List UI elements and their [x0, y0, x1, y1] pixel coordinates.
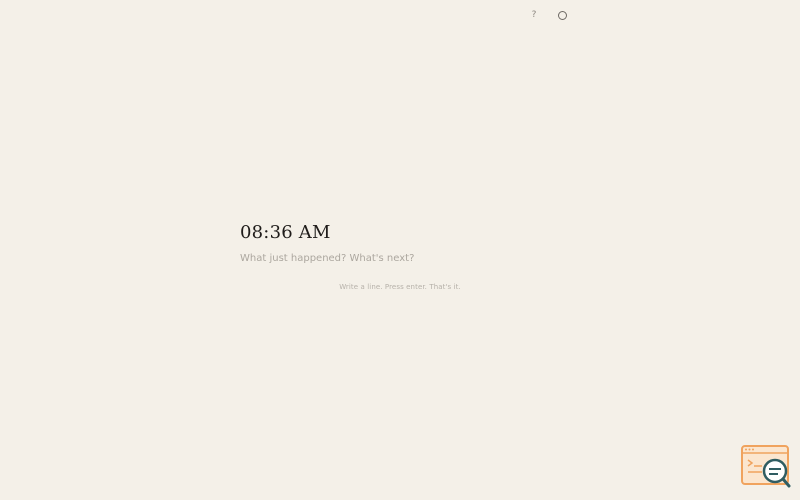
line-input[interactable]	[240, 250, 560, 266]
entry-area: 08:36 AM	[240, 220, 560, 266]
top-controls: ?	[526, 8, 570, 22]
circle-icon	[557, 10, 567, 20]
current-time: 08:36 AM	[240, 222, 331, 243]
browser-search-icon[interactable]	[740, 444, 792, 490]
hint-text: Write a line. Press enter. That's it.	[339, 283, 461, 291]
theme-toggle-button[interactable]	[554, 8, 570, 22]
help-button[interactable]: ?	[526, 8, 542, 22]
